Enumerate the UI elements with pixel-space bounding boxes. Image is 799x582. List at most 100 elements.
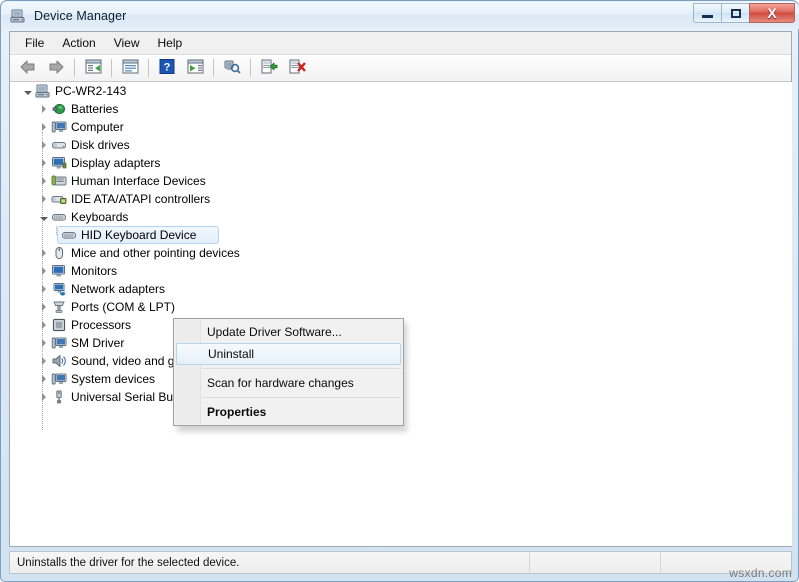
tree-item-display-adapters[interactable]: Display adapters	[11, 154, 792, 172]
update-driver-software-button[interactable]	[256, 56, 282, 80]
forward-button[interactable]	[43, 56, 69, 80]
expand-toggle-hid[interactable]	[37, 172, 51, 190]
sound-icon	[51, 353, 67, 369]
tree-item-ide-controllers[interactable]: IDE ATA/ATAPI controllers	[11, 190, 792, 208]
tree-item-monitors[interactable]: Monitors	[11, 262, 792, 280]
close-button[interactable]: X	[749, 3, 795, 23]
expand-toggle-system-devices[interactable]	[37, 370, 51, 388]
tree-item-batteries[interactable]: Batteries	[11, 100, 792, 118]
tree-item-label: Mice and other pointing devices	[71, 246, 240, 260]
tree-item-label: Display adapters	[71, 156, 161, 170]
chevron-right-icon	[42, 123, 46, 131]
tree-item-disk-drives[interactable]: Disk drives	[11, 136, 792, 154]
chevron-right-icon	[42, 393, 46, 401]
expand-toggle-root[interactable]	[21, 82, 35, 100]
expand-toggle-processors[interactable]	[37, 316, 51, 334]
expand-toggle-computer[interactable]	[37, 118, 51, 136]
show-hide-action-pane-button[interactable]	[182, 56, 208, 80]
computer-device-icon	[51, 119, 67, 135]
expand-toggle-sound[interactable]	[37, 352, 51, 370]
mouse-icon	[51, 245, 67, 261]
toolbar-separator	[250, 59, 251, 77]
window-play-icon	[187, 59, 204, 77]
chevron-right-icon	[42, 321, 46, 329]
expand-toggle-usb[interactable]	[37, 388, 51, 406]
minimize-button[interactable]	[693, 3, 722, 23]
chevron-right-icon	[42, 195, 46, 203]
expand-toggle-disk-drives[interactable]	[37, 136, 51, 154]
network-adapter-icon	[51, 281, 67, 297]
help-button[interactable]: ?	[154, 56, 180, 80]
tree-item-root[interactable]: PC-WR2-143	[11, 82, 792, 100]
status-text: Uninstalls the driver for the selected d…	[17, 556, 240, 569]
tree-item-label: HID Keyboard Device	[81, 228, 197, 242]
tree-item-label: System devices	[71, 372, 156, 386]
tree-item-hid-keyboard-device[interactable]: HID Keyboard Device	[11, 226, 792, 244]
chevron-right-icon	[42, 267, 46, 275]
tree-item-human-interface-devices[interactable]: Human Interface Devices	[11, 172, 792, 190]
expand-toggle-monitors[interactable]	[37, 262, 51, 280]
properties-button[interactable]	[117, 56, 143, 80]
chevron-right-icon	[42, 303, 46, 311]
tree-item-ports[interactable]: Ports (COM & LPT)	[11, 298, 792, 316]
question-mark-icon: ?	[159, 59, 175, 77]
tree-item-label: Computer	[71, 120, 124, 134]
driver-uninstall-icon	[289, 59, 306, 77]
maximize-button[interactable]	[721, 3, 750, 23]
show-hide-console-tree-button[interactable]	[80, 56, 106, 80]
scan-for-hardware-changes-button[interactable]	[219, 56, 245, 80]
uninstall-button[interactable]	[284, 56, 310, 80]
tree-item-label: Human Interface Devices	[71, 174, 206, 188]
driver-update-icon	[261, 59, 278, 77]
toolbar: ?	[10, 55, 791, 82]
ctx-properties[interactable]: Properties	[174, 401, 403, 423]
context-menu[interactable]: Update Driver Software... Uninstall Scan…	[173, 318, 404, 426]
ide-controller-icon	[51, 191, 67, 207]
device-tree[interactable]: PC-WR2-143 Batteries Computer Disk drive…	[11, 82, 792, 546]
expand-toggle-network-adapters[interactable]	[37, 280, 51, 298]
chevron-right-icon	[42, 339, 46, 347]
tree-item-mice[interactable]: Mice and other pointing devices	[11, 244, 792, 262]
tree-item-label: Batteries	[71, 102, 119, 116]
chevron-right-icon	[42, 105, 46, 113]
tree-item-label: IDE ATA/ATAPI controllers	[71, 192, 211, 206]
expand-toggle-batteries[interactable]	[37, 100, 51, 118]
arrow-left-icon	[19, 59, 37, 78]
keyboard-icon	[51, 209, 67, 225]
usb-icon	[51, 389, 67, 405]
minimize-icon	[702, 14, 713, 18]
toolbar-separator	[111, 59, 112, 77]
menu-help[interactable]: Help	[149, 34, 192, 53]
device-manager-window: Device Manager X File Action View Help ?…	[0, 0, 799, 582]
menu-file[interactable]: File	[16, 34, 53, 53]
expand-toggle-ports[interactable]	[37, 298, 51, 316]
tree-item-network-adapters[interactable]: Network adapters	[11, 280, 792, 298]
chevron-right-icon	[42, 177, 46, 185]
ctx-scan-for-hardware-changes[interactable]: Scan for hardware changes	[174, 372, 403, 394]
tree-item-label: PC-WR2-143	[55, 84, 127, 98]
window-properties-icon	[122, 59, 139, 77]
title-bar[interactable]: Device Manager X	[2, 2, 799, 29]
chevron-right-icon	[42, 141, 46, 149]
chevron-right-icon	[42, 357, 46, 365]
ctx-update-driver-software[interactable]: Update Driver Software...	[174, 321, 403, 343]
ctx-uninstall[interactable]: Uninstall	[176, 343, 401, 365]
expand-toggle-mice[interactable]	[37, 244, 51, 262]
toolbar-separator	[148, 59, 149, 77]
tree-item-label: Keyboards	[71, 210, 129, 224]
selection-highlight[interactable]: HID Keyboard Device	[57, 226, 220, 244]
expand-toggle-sm-driver[interactable]	[37, 334, 51, 352]
menu-action[interactable]: Action	[53, 34, 104, 53]
window-controls: X	[693, 3, 795, 24]
chevron-right-icon	[42, 285, 46, 293]
tree-item-keyboards[interactable]: Keyboards	[11, 208, 792, 226]
menu-view[interactable]: View	[105, 34, 149, 53]
back-button[interactable]	[15, 56, 41, 80]
chevron-right-icon	[42, 159, 46, 167]
expand-toggle-display-adapters[interactable]	[37, 154, 51, 172]
expand-toggle-ide[interactable]	[37, 190, 51, 208]
expand-toggle-keyboards[interactable]	[37, 208, 51, 226]
window-title: Device Manager	[34, 8, 127, 23]
tree-item-label: Monitors	[71, 264, 118, 278]
tree-item-computer[interactable]: Computer	[11, 118, 792, 136]
